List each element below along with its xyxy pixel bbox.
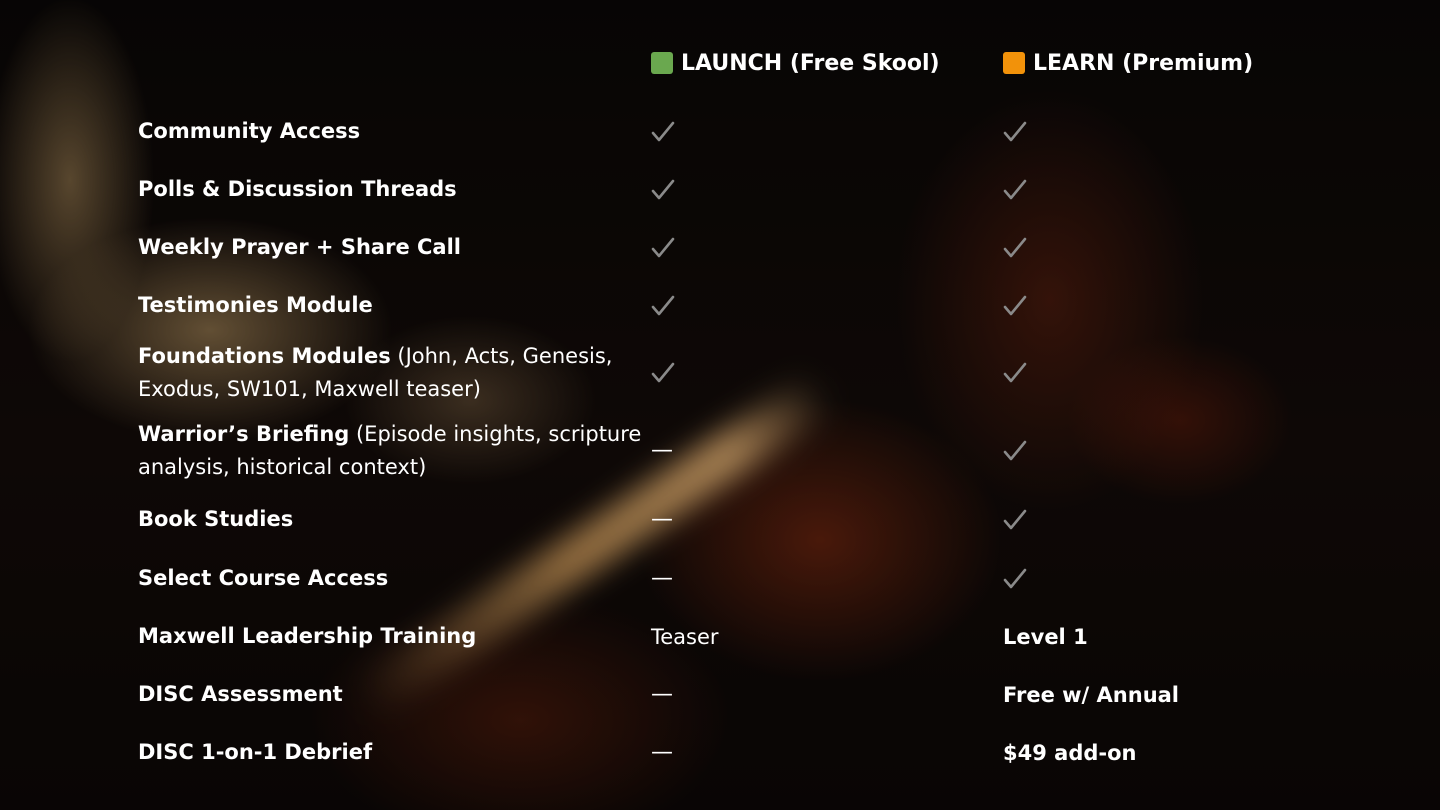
orange-square-icon <box>1003 52 1025 74</box>
feature-name: Foundations Modules <box>138 344 391 368</box>
check-icon <box>651 178 675 202</box>
comparison-table: LAUNCH (Free Skool) LEARN (Premium) Comm… <box>0 0 1440 810</box>
feature-name: Weekly Prayer + Share Call <box>138 235 461 259</box>
column-header-launch: LAUNCH (Free Skool) <box>651 48 940 78</box>
column-header-launch-label: LAUNCH (Free Skool) <box>681 50 940 76</box>
green-square-icon <box>651 52 673 74</box>
table-row: Foundations Modules (John, Acts, Genesis… <box>0 340 1440 406</box>
dash-icon: — <box>651 566 673 591</box>
feature-name: Testimonies Module <box>138 293 373 317</box>
dash-icon: — <box>651 740 673 765</box>
learn-value: $49 add-on <box>1003 741 1137 765</box>
check-icon <box>1003 294 1027 318</box>
feature-label: Maxwell Leadership Training <box>138 620 643 653</box>
table-row: Weekly Prayer + Share Call <box>0 231 1440 265</box>
table-row: Warrior’s Briefing (Episode insights, sc… <box>0 418 1440 484</box>
check-icon <box>1003 567 1027 591</box>
feature-name: Community Access <box>138 119 361 143</box>
feature-label: Testimonies Module <box>138 289 643 322</box>
table-row: Polls & Discussion Threads <box>0 173 1440 207</box>
feature-label: Warrior’s Briefing (Episode insights, sc… <box>138 418 643 484</box>
check-icon <box>1003 236 1027 260</box>
feature-label: DISC 1-on-1 Debrief <box>138 736 643 769</box>
check-icon <box>1003 120 1027 144</box>
feature-label: DISC Assessment <box>138 678 643 711</box>
feature-label: Select Course Access <box>138 562 643 595</box>
feature-label: Foundations Modules (John, Acts, Genesis… <box>138 340 643 406</box>
dash-icon: — <box>651 682 673 707</box>
check-icon <box>651 294 675 318</box>
learn-value: Level 1 <box>1003 625 1088 649</box>
table-row: Testimonies Module <box>0 289 1440 323</box>
feature-name: Warrior’s Briefing <box>138 422 350 446</box>
learn-value: Free w/ Annual <box>1003 683 1180 707</box>
check-icon <box>651 361 675 385</box>
check-icon <box>1003 361 1027 385</box>
table-row: Book Studies — <box>0 503 1440 537</box>
feature-label: Book Studies <box>138 503 643 536</box>
check-icon <box>1003 508 1027 532</box>
feature-label: Polls & Discussion Threads <box>138 173 643 206</box>
feature-name: Select Course Access <box>138 566 389 590</box>
table-row: Community Access <box>0 115 1440 149</box>
feature-name: DISC Assessment <box>138 682 343 706</box>
launch-value: Teaser <box>651 625 719 649</box>
feature-name: DISC 1-on-1 Debrief <box>138 740 373 764</box>
table-row: DISC 1-on-1 Debrief — $49 add-on <box>0 736 1440 770</box>
check-icon <box>1003 178 1027 202</box>
feature-name: Maxwell Leadership Training <box>138 624 477 648</box>
table-row: Select Course Access — <box>0 562 1440 596</box>
feature-name: Book Studies <box>138 507 294 531</box>
check-icon <box>1003 439 1027 463</box>
check-icon <box>651 236 675 260</box>
table-row: DISC Assessment — Free w/ Annual <box>0 678 1440 712</box>
column-header-learn: LEARN (Premium) <box>1003 48 1253 78</box>
table-row: Maxwell Leadership Training Teaser Level 1 <box>0 620 1440 654</box>
dash-icon: — <box>651 438 673 463</box>
check-icon <box>651 120 675 144</box>
feature-label: Community Access <box>138 115 643 148</box>
column-header-learn-label: LEARN (Premium) <box>1033 50 1254 76</box>
feature-label: Weekly Prayer + Share Call <box>138 231 643 264</box>
feature-name: Polls & Discussion Threads <box>138 177 457 201</box>
dash-icon: — <box>651 507 673 532</box>
